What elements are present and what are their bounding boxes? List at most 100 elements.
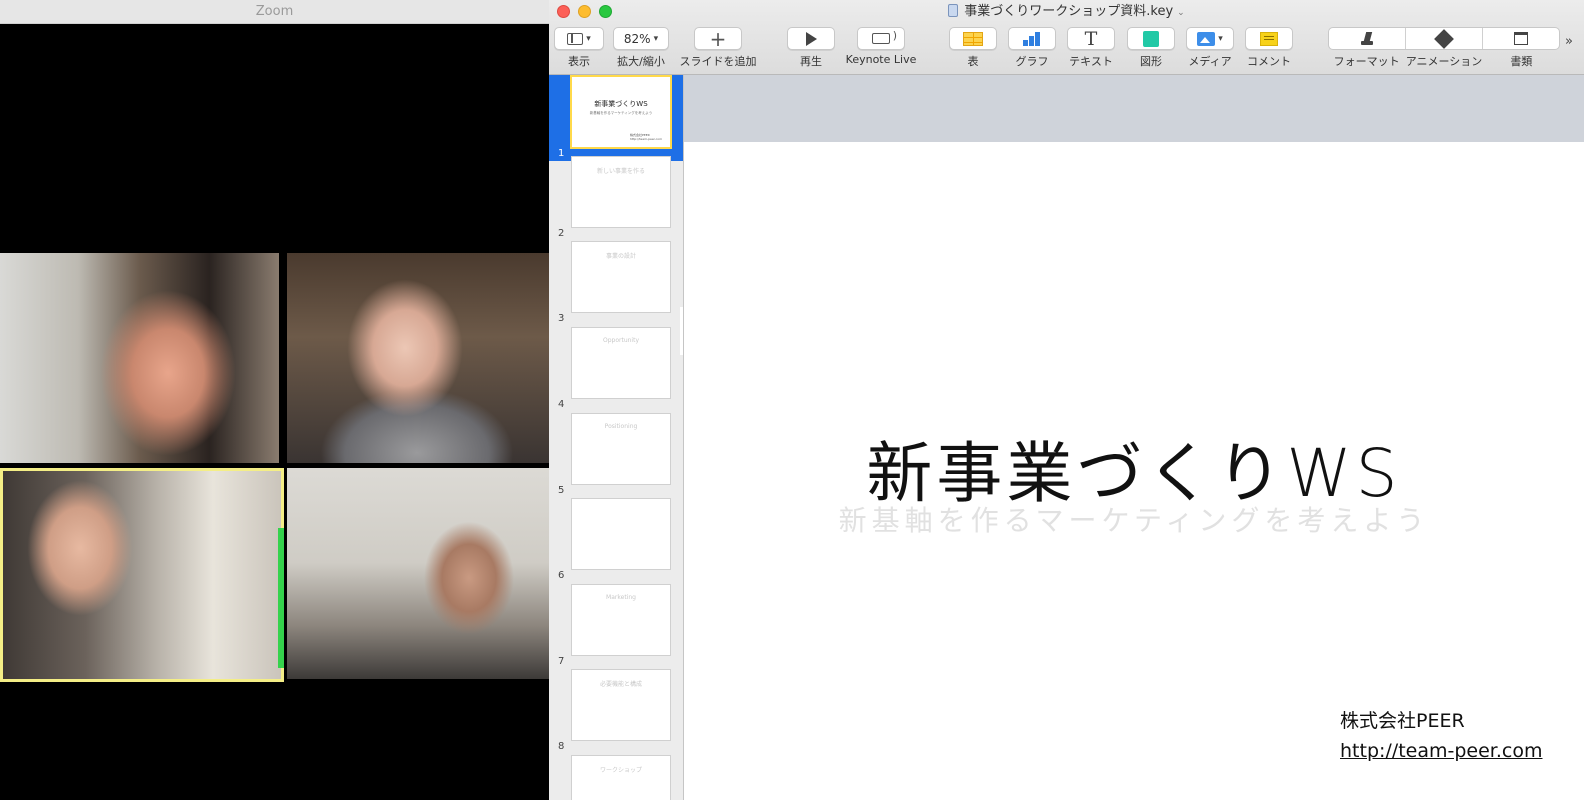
chart-button[interactable] [1008,27,1056,50]
slide-company-name[interactable]: 株式会社PEER [1340,706,1465,733]
text-button[interactable]: T [1067,27,1115,50]
toolbar-zoom[interactable]: 82% ▾ 拡大/縮小 [613,27,669,69]
play-label: 再生 [800,55,822,68]
slide-number: 2 [558,228,565,239]
toolbar-media[interactable]: ▾ メディア [1186,27,1234,69]
inspector-labels: フォーマット アニメーション 書類 [1328,53,1560,69]
video-tile-participant-4[interactable] [287,468,549,679]
slide-thumbnail-7[interactable]: Marketing 7 [549,583,683,669]
shape-button[interactable] [1127,27,1175,50]
slide-thumbnail-6[interactable]: 6 [549,497,683,583]
view-button[interactable]: ▾ [554,27,604,50]
toolbar-comment[interactable]: コメント [1245,27,1293,69]
play-button[interactable] [787,27,835,50]
format-button[interactable] [1329,28,1406,49]
inspector-segmented-control[interactable] [1328,27,1560,50]
chevron-down-icon: ▾ [586,33,591,44]
thumb-title: Opportunity [602,337,639,344]
plus-icon: + [709,26,727,51]
bar-chart-icon [1022,31,1042,46]
format-label: フォーマット [1333,55,1400,68]
window-close-button[interactable] [557,5,570,18]
document-icon [1514,32,1528,45]
slide-subtitle[interactable]: 新基軸を作るマーケティングを考えよう [684,499,1584,539]
slide-thumbnail-5[interactable]: Positioning 5 [549,412,683,498]
table-label: 表 [967,55,979,68]
toolbar-add-slide[interactable]: + スライドを追加 [677,27,759,69]
slide-preview: 新しい事業を作る [572,157,670,227]
slide-thumbnail-8[interactable]: 必要機能と構成 8 [549,668,683,754]
video-tile-participant-3-active-speaker[interactable] [0,468,284,682]
toolbar-play[interactable]: 再生 [787,27,835,69]
window-maximize-button[interactable] [599,5,612,18]
slide-navigator[interactable]: 新事業づくりWS 新基軸を作るマーケティングを考えよう 株式会社PEER htt… [549,75,684,800]
slide-canvas-area[interactable]: 新事業づくりWS 新基軸を作るマーケティングを考えよう 株式会社PEER htt… [684,75,1584,800]
media-icon [1197,31,1216,46]
keynote-live-icon [872,29,897,44]
slide-preview [572,499,670,569]
document-label: 書類 [1510,55,1533,68]
comment-label: コメント [1247,55,1291,68]
zoom-title: Zoom [0,0,549,24]
shape-icon [1143,30,1159,47]
keynote-live-label: Keynote Live [845,53,917,66]
toolbar-view[interactable]: ▾ 表示 [554,27,604,69]
document-title-area[interactable]: 事業づくりワークショップ資料.key ⌄ [549,0,1584,25]
thumb-subtitle: 新基軸を作るマーケティングを考えよう [589,111,653,115]
chart-label: グラフ [1015,55,1049,68]
toolbar-table[interactable]: 表 [949,27,997,69]
toolbar-text[interactable]: T テキスト [1067,27,1115,69]
text-icon: T [1084,27,1098,50]
shape-label: 図形 [1140,55,1162,68]
animate-label: アニメーション [1405,55,1483,68]
media-button[interactable]: ▾ [1186,27,1234,50]
toolbar-keynote-live[interactable]: Keynote Live [843,27,919,66]
slide-preview: ワークショップ [572,756,670,800]
slide-thumbnail-3[interactable]: 事業の設計 3 [549,240,683,326]
video-tile-participant-1[interactable] [0,253,279,463]
slide-thumbnail-4[interactable]: Opportunity 4 [549,326,683,412]
zoom-window: Zoom [0,0,549,800]
slide-number: 6 [558,570,565,581]
add-slide-label: スライドを追加 [679,55,757,68]
toolbar-chart[interactable]: グラフ [1008,27,1056,69]
table-button[interactable] [949,27,997,50]
current-slide[interactable]: 新事業づくりWS 新基軸を作るマーケティングを考えよう 株式会社PEER htt… [684,142,1584,800]
document-button[interactable] [1483,28,1559,49]
slide-number: 8 [558,741,565,752]
slide-thumbnail-1[interactable]: 新事業づくりWS 新基軸を作るマーケティングを考えよう 株式会社PEER htt… [549,75,683,161]
toolbar-shape[interactable]: 図形 [1127,27,1175,69]
zoom-value: 82% [623,31,651,46]
add-slide-button[interactable]: + [694,27,742,50]
chevron-down-icon: ▾ [1218,33,1223,44]
slide-url[interactable]: http://team-peer.com [1340,740,1542,762]
zoom-select[interactable]: 82% ▾ [613,27,669,50]
comment-button[interactable] [1245,27,1293,50]
thumb-footer: 株式会社PEER http://team-peer.com [630,133,662,141]
active-speaker-indicator [278,528,284,668]
slide-preview: 新事業づくりWS 新基軸を作るマーケティングを考えよう 株式会社PEER htt… [572,77,670,147]
window-minimize-button[interactable] [578,5,591,18]
thumb-title: ワークショップ [599,767,642,774]
comment-icon [1260,31,1278,46]
thumb-footer-line2: http://team-peer.com [630,137,662,141]
video-tile-participant-2[interactable] [287,253,549,463]
toolbar-overflow-button[interactable]: » [1565,34,1573,49]
slide-preview: Marketing [572,585,670,655]
title-bar: 事業づくりワークショップ資料.key ⌄ [549,0,1584,24]
thumb-title: 必要機能と構成 [599,681,642,688]
slide-thumbnail-2[interactable]: 新しい事業を作る 2 [549,155,683,241]
chevron-down-icon[interactable]: ⌄ [1177,1,1185,25]
slide-thumbnail-9[interactable]: ワークショップ 9 [549,754,683,800]
thumb-title: 事業の設計 [605,253,636,260]
keynote-live-button[interactable] [857,27,905,50]
keynote-document-icon [948,4,959,17]
animate-button[interactable] [1406,28,1483,49]
text-label: テキスト [1069,55,1113,68]
thumb-title: Marketing [606,594,636,601]
slide-number: 4 [558,399,565,410]
media-label: メディア [1188,55,1232,68]
view-label: 表示 [568,55,590,68]
slide-number: 5 [558,485,565,496]
sidebar-view-icon [567,32,584,45]
